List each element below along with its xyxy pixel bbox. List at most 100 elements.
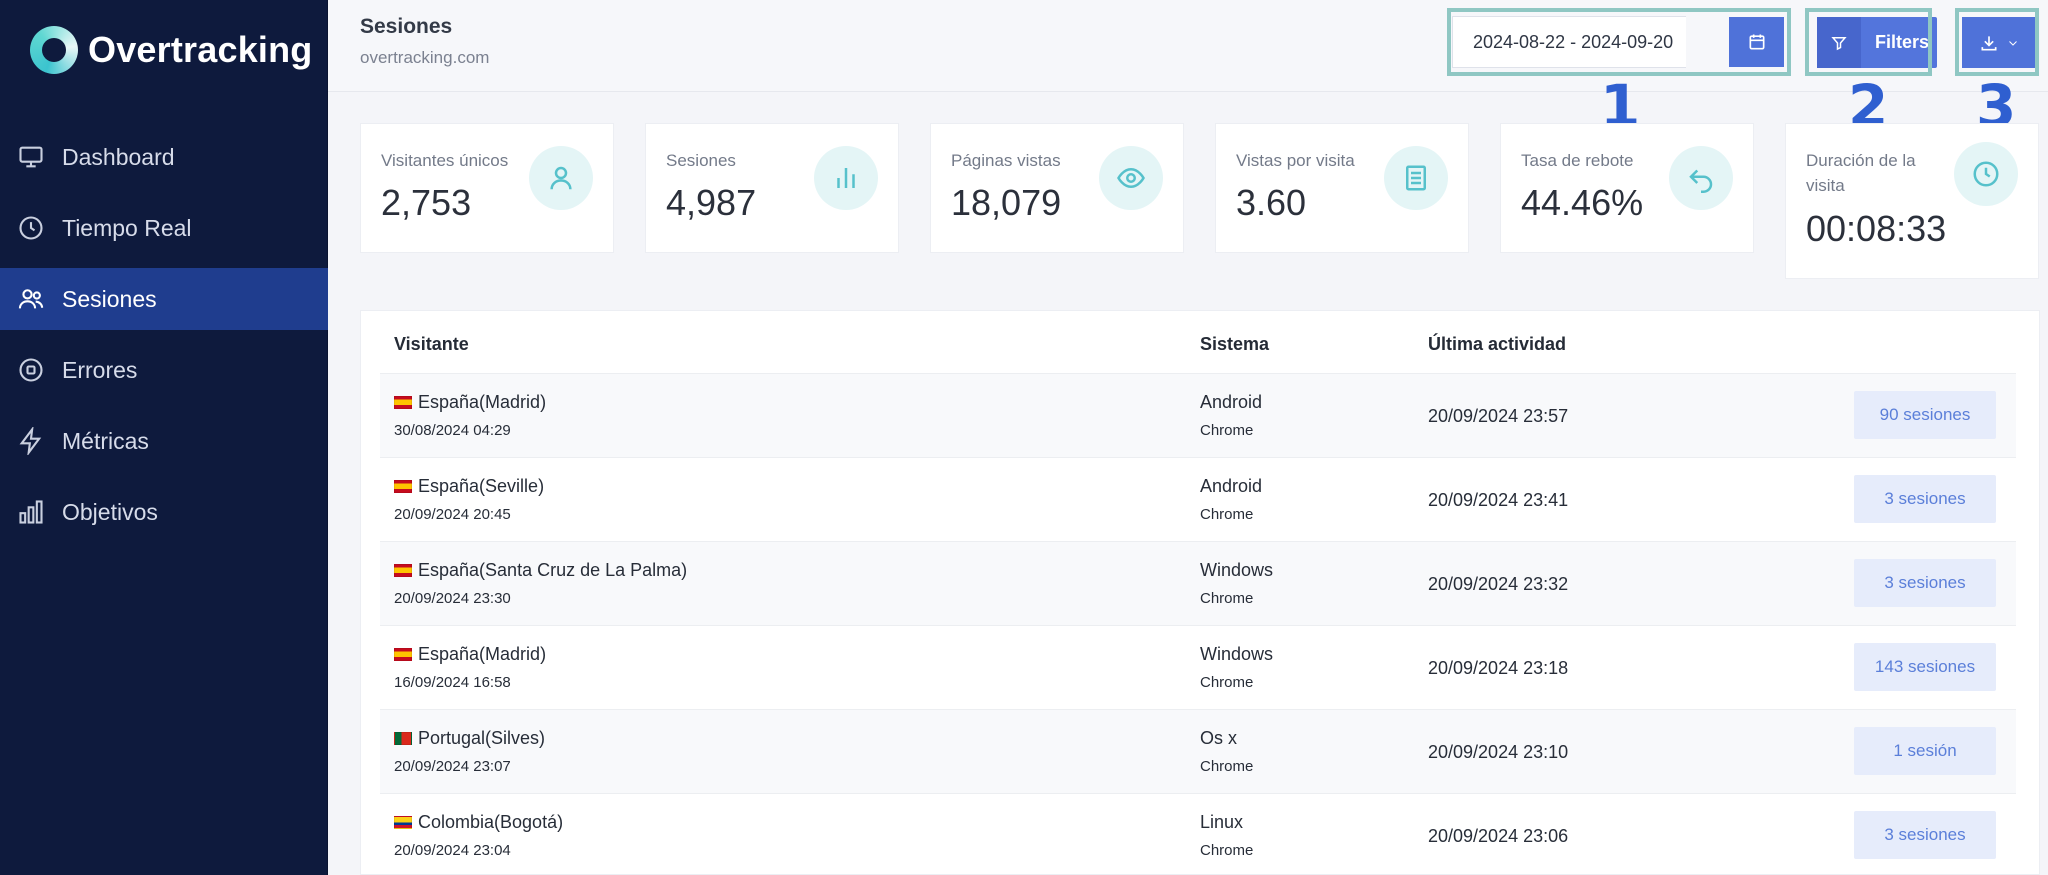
bar-chart-icon xyxy=(16,497,46,527)
stat-card-vistas-por-visita: Vistas por visita 3.60 xyxy=(1215,123,1469,253)
sidebar-item-metricas[interactable]: Métricas xyxy=(0,410,328,472)
sidebar-nav: Dashboard Tiempo Real Sesiones Errores M… xyxy=(0,126,328,552)
system-browser: Chrome xyxy=(1200,758,1254,775)
system-browser: Chrome xyxy=(1200,674,1254,691)
system-os: Linux xyxy=(1200,812,1244,832)
visitor-first-seen: 20/09/2024 23:04 xyxy=(394,842,511,859)
visitor-cell: España(Seville) xyxy=(394,476,544,497)
lightning-icon xyxy=(16,426,46,456)
sidebar-item-label: Errores xyxy=(62,356,138,383)
system-browser: Chrome xyxy=(1200,842,1254,859)
table-row[interactable]: España(Seville) 20/09/2024 20:45 Android… xyxy=(380,457,2016,541)
column-header-ultima-actividad: Última actividad xyxy=(1428,334,1567,354)
page-title: Sesiones xyxy=(360,15,453,38)
flag-spain-icon xyxy=(394,564,412,577)
sidebar-item-errores[interactable]: Errores xyxy=(0,339,328,401)
visitor-cell: España(Madrid) xyxy=(394,644,546,665)
document-icon xyxy=(1384,146,1448,210)
logo-icon xyxy=(30,26,78,74)
visitor-location: España(Madrid) xyxy=(418,644,547,664)
sidebar-item-tiempo-real[interactable]: Tiempo Real xyxy=(0,197,328,259)
stat-value: 2,753 xyxy=(381,182,472,223)
sidebar-item-label: Tiempo Real xyxy=(62,214,192,241)
system-browser: Chrome xyxy=(1200,590,1254,607)
last-activity: 20/09/2024 23:41 xyxy=(1428,490,1569,510)
sessions-button[interactable]: 3 sesiones xyxy=(1854,559,1996,607)
visitor-cell: España(Madrid) xyxy=(394,392,546,413)
stat-label: Vistas por visita xyxy=(1236,151,1355,170)
page-subtitle: overtracking.com xyxy=(360,48,490,67)
stat-label: Visitantes únicos xyxy=(381,151,509,170)
sidebar-item-sesiones[interactable]: Sesiones xyxy=(0,268,328,330)
callout-box-export xyxy=(1955,8,2039,76)
sidebar-item-label: Métricas xyxy=(62,427,149,454)
table-row[interactable]: España(Santa Cruz de La Palma) 20/09/202… xyxy=(380,541,2016,625)
users-icon xyxy=(16,284,46,314)
last-activity: 20/09/2024 23:10 xyxy=(1428,742,1569,762)
stat-label: Sesiones xyxy=(666,151,736,170)
stat-value: 18,079 xyxy=(951,182,1062,223)
table-row[interactable]: España(Madrid) 16/09/2024 16:58 Windows … xyxy=(380,625,2016,709)
system-browser: Chrome xyxy=(1200,506,1254,523)
stat-label: Páginas vistas xyxy=(951,151,1061,170)
table-row[interactable]: Colombia(Bogotá) 20/09/2024 23:04 Linux … xyxy=(380,793,2016,875)
visitor-location: Portugal(Silves) xyxy=(418,728,546,748)
stat-value: 4,987 xyxy=(666,182,757,223)
undo-icon xyxy=(1669,146,1733,210)
visitor-cell: España(Santa Cruz de La Palma) xyxy=(394,560,687,581)
sessions-button[interactable]: 1 sesión xyxy=(1854,727,1996,775)
system-os: Os x xyxy=(1200,728,1238,748)
stat-card-tasa-de-rebote: Tasa de rebote 44.46% xyxy=(1500,123,1754,253)
stop-circle-icon xyxy=(16,355,46,385)
column-header-visitante: Visitante xyxy=(394,334,469,354)
stat-card-duracion: Duración de la visita 00:08:33 xyxy=(1785,123,2039,279)
last-activity: 20/09/2024 23:18 xyxy=(1428,658,1569,678)
monitor-icon xyxy=(16,142,46,172)
eye-icon xyxy=(1099,146,1163,210)
flag-colombia-icon xyxy=(394,816,412,829)
sidebar-item-label: Objetivos xyxy=(62,498,158,525)
sessions-button[interactable]: 143 sesiones xyxy=(1854,643,1996,691)
sidebar-item-label: Sesiones xyxy=(62,285,157,312)
bar-chart-icon xyxy=(814,146,878,210)
system-os: Android xyxy=(1200,476,1263,496)
sidebar-item-label: Dashboard xyxy=(62,143,175,170)
sessions-button[interactable]: 90 sesiones xyxy=(1854,391,1996,439)
stat-label: Tasa de rebote xyxy=(1521,151,1634,170)
sidebar-item-objetivos[interactable]: Objetivos xyxy=(0,481,328,543)
system-browser: Chrome xyxy=(1200,422,1254,439)
logo[interactable]: Overtracking xyxy=(30,26,313,74)
sidebar-item-dashboard[interactable]: Dashboard xyxy=(0,126,328,188)
system-os: Android xyxy=(1200,392,1263,412)
stat-card-visitantes: Visitantes únicos 2,753 xyxy=(360,123,614,253)
stat-value: 00:08:33 xyxy=(1806,208,1947,249)
flag-spain-icon xyxy=(394,396,412,409)
sessions-button[interactable]: 3 sesiones xyxy=(1854,475,1996,523)
visitor-location: Colombia(Bogotá) xyxy=(418,812,564,832)
stat-value: 3.60 xyxy=(1236,182,1307,223)
app-name: Overtracking xyxy=(88,29,313,70)
last-activity: 20/09/2024 23:06 xyxy=(1428,826,1569,846)
visitor-first-seen: 20/09/2024 23:07 xyxy=(394,758,511,775)
user-icon xyxy=(529,146,593,210)
flag-spain-icon xyxy=(394,480,412,493)
flag-spain-icon xyxy=(394,648,412,661)
visitor-cell: Portugal(Silves) xyxy=(394,728,545,749)
sessions-button[interactable]: 3 sesiones xyxy=(1854,811,1996,859)
system-os: Windows xyxy=(1200,560,1274,580)
visitor-first-seen: 20/09/2024 23:30 xyxy=(394,590,511,607)
callout-box-filters xyxy=(1805,8,1932,76)
clock-icon xyxy=(16,213,46,243)
visitor-cell: Colombia(Bogotá) xyxy=(394,812,563,833)
table-row[interactable]: España(Madrid) 30/08/2024 04:29 Android … xyxy=(380,373,2016,457)
system-os: Windows xyxy=(1200,644,1274,664)
stat-value: 44.46% xyxy=(1521,182,1644,223)
table-row[interactable]: Portugal(Silves) 20/09/2024 23:07 Os x C… xyxy=(380,709,2016,793)
visitor-location: España(Seville) xyxy=(418,476,545,496)
visitor-location: España(Madrid) xyxy=(418,392,547,412)
visitor-first-seen: 16/09/2024 16:58 xyxy=(394,674,511,691)
flag-portugal-icon xyxy=(394,732,412,745)
last-activity: 20/09/2024 23:32 xyxy=(1428,574,1569,594)
stat-card-sesiones: Sesiones 4,987 xyxy=(645,123,899,253)
last-activity: 20/09/2024 23:57 xyxy=(1428,406,1569,426)
